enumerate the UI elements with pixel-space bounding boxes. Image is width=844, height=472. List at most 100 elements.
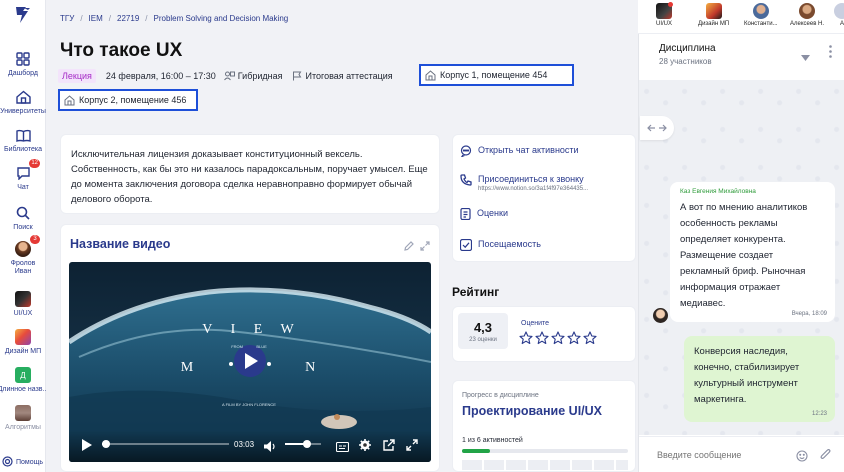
attendance-button[interactable]: Посещаемость <box>459 238 541 253</box>
help-button[interactable]: Помощь <box>2 456 43 469</box>
message-time: 12:23 <box>811 411 827 417</box>
chat-tab-more[interactable]: A <box>834 3 844 27</box>
star-icon[interactable] <box>519 331 533 345</box>
sidebar-item-label: Поиск <box>13 224 33 231</box>
settings-gear-icon[interactable] <box>359 438 371 456</box>
fullscreen-icon[interactable] <box>406 438 418 456</box>
emoji-icon[interactable] <box>796 449 808 467</box>
edit-icon[interactable] <box>404 238 414 256</box>
attachment-icon[interactable] <box>820 448 831 466</box>
sidebar-item-uiux[interactable]: UI/UX <box>0 290 46 318</box>
progress-bar-fill <box>462 449 490 453</box>
collapse-chat-toggle[interactable] <box>640 116 674 140</box>
unread-badge: 12 <box>29 159 40 168</box>
course-thumbnail <box>13 290 33 308</box>
chat-tab-alekseev[interactable]: Алексеев Н. <box>790 3 824 27</box>
page-title: Что такое UX <box>60 40 183 61</box>
sidebar-item-universities[interactable]: Университеты <box>0 88 46 116</box>
sidebar-item-design-mp[interactable]: Дизайн МП <box>0 328 46 356</box>
play-icon[interactable] <box>82 438 92 456</box>
message-input[interactable] <box>657 447 787 463</box>
chat-tab-konstantin[interactable]: Константи... <box>744 3 778 27</box>
star-icon[interactable] <box>583 331 597 345</box>
chat-title: Дисциплина <box>659 43 716 54</box>
sidebar-item-user[interactable]: 3 Фролов Иван <box>0 235 46 276</box>
sidebar-item-library[interactable]: Библиотека <box>0 126 46 154</box>
help-icon <box>2 456 13 469</box>
notification-badge: 3 <box>30 235 40 244</box>
more-vertical-icon[interactable] <box>829 45 832 63</box>
sidebar-item-dashboard[interactable]: Дашборд <box>0 50 46 78</box>
star-icon[interactable] <box>567 331 581 345</box>
sidebar-item-label: Длинное назв... <box>0 386 49 393</box>
video-overlay-title: V I E W <box>202 322 296 337</box>
help-label: Помощь <box>16 459 44 466</box>
chat-tab-thumbnail <box>656 2 673 19</box>
location-1-text: Корпус 1, помещение 454 <box>440 70 548 80</box>
lesson-description: Исключительная лицензия доказывает конст… <box>60 134 440 214</box>
expand-icon[interactable] <box>420 238 430 256</box>
sidebar-item-label: Библиотека <box>3 146 43 153</box>
rate-stars <box>519 331 597 345</box>
arrow-left-icon <box>647 119 656 137</box>
progress-status: 1 из 6 активностей <box>462 437 523 444</box>
unread-dot <box>668 2 673 7</box>
sidebar-item-label: UI/UX <box>13 310 33 317</box>
progress-course-link[interactable]: Проектирование UI/UX <box>462 404 602 418</box>
flag-icon <box>293 71 302 81</box>
rating-heading: Рейтинг <box>452 285 500 299</box>
arrow-right-icon <box>658 119 667 137</box>
captions-icon[interactable] <box>335 439 350 457</box>
breadcrumb-item[interactable]: IEM <box>89 14 103 23</box>
chevron-down-icon[interactable] <box>801 48 810 66</box>
location-1-highlight[interactable]: Корпус 1, помещение 454 <box>419 64 574 86</box>
video-overlay-title-2: M N <box>180 360 318 375</box>
breadcrumb-item[interactable]: Problem Solving and Decision Making <box>154 14 289 23</box>
grid-icon <box>13 50 33 68</box>
chat-bubble-icon <box>460 145 472 159</box>
chat-tabs: UI/UX Дизайн МП Константи... Алексеев Н.… <box>638 0 844 34</box>
breadcrumb-item[interactable]: 22719 <box>117 14 139 23</box>
volume-slider[interactable] <box>285 440 321 448</box>
chat-tab-design-mp[interactable]: Дизайн МП <box>698 3 729 27</box>
course-thumbnail <box>13 404 33 422</box>
video-player[interactable]: V I E W FROM BLUE M N A FILM BY JOHN FLO… <box>69 262 431 462</box>
sidebar-item-long-name[interactable]: Д Длинное назв... <box>0 366 49 394</box>
author-avatar[interactable] <box>653 308 668 323</box>
breadcrumb: ТГУ / IEM/ 22719/ Problem Solving and Dec… <box>60 14 289 23</box>
grades-button[interactable]: Оценки <box>460 207 508 222</box>
progress-label: Прогресс в дисциплине <box>462 392 539 399</box>
star-icon[interactable] <box>535 331 549 345</box>
star-icon[interactable] <box>551 331 565 345</box>
video-overlay-subtitle: FROM BLUE <box>231 344 267 349</box>
video-seekbar[interactable] <box>101 440 229 448</box>
chat-icon: 12 <box>13 159 40 182</box>
video-title: Название видео <box>70 237 171 251</box>
user-avatar <box>799 3 816 19</box>
chat-tab-uiux[interactable]: UI/UX <box>656 2 673 27</box>
sidebar-item-algorithms[interactable]: Алгоритмы <box>0 404 46 432</box>
course-letter-icon: Д <box>13 366 33 384</box>
volume-icon[interactable] <box>264 439 277 457</box>
building-icon <box>64 94 75 105</box>
rating-score-box: 4,3 23 оценки <box>458 313 508 349</box>
join-call-button[interactable]: Присоединиться к звонку https://www.noti… <box>460 174 588 192</box>
sidebar-item-chat[interactable]: 12 Чат <box>0 159 46 192</box>
call-link[interactable]: https://www.notion.so/3a1f4f97e364435... <box>478 186 588 192</box>
message-text: Конверсия наследия, конечно, стабилизиру… <box>694 346 800 405</box>
message-time: Вчера, 18:09 <box>791 311 827 317</box>
sidebar-item-search[interactable]: Поиск <box>0 204 46 232</box>
app-logo[interactable] <box>12 4 34 26</box>
sidebar-item-label: Университеты <box>0 108 46 115</box>
user-avatar <box>752 3 769 19</box>
breadcrumb-item[interactable]: ТГУ <box>60 14 74 23</box>
location-2-highlight[interactable]: Корпус 2, помещение 456 <box>58 89 198 111</box>
lesson-meta: Лекция 24 февраля, 16:00 – 17:30 Гибридн… <box>58 67 393 85</box>
chat-participants: 28 участников <box>659 57 712 66</box>
sidebar-item-label: Алгоритмы <box>5 424 41 431</box>
sidebar-item-label: Дизайн МП <box>4 348 42 355</box>
open-activity-chat-button[interactable]: Открыть чат активности <box>460 145 579 159</box>
location-2-text: Корпус 2, помещение 456 <box>79 95 187 105</box>
share-icon[interactable] <box>383 438 395 456</box>
message-author: Каз Евгения Михайловна <box>680 188 756 195</box>
